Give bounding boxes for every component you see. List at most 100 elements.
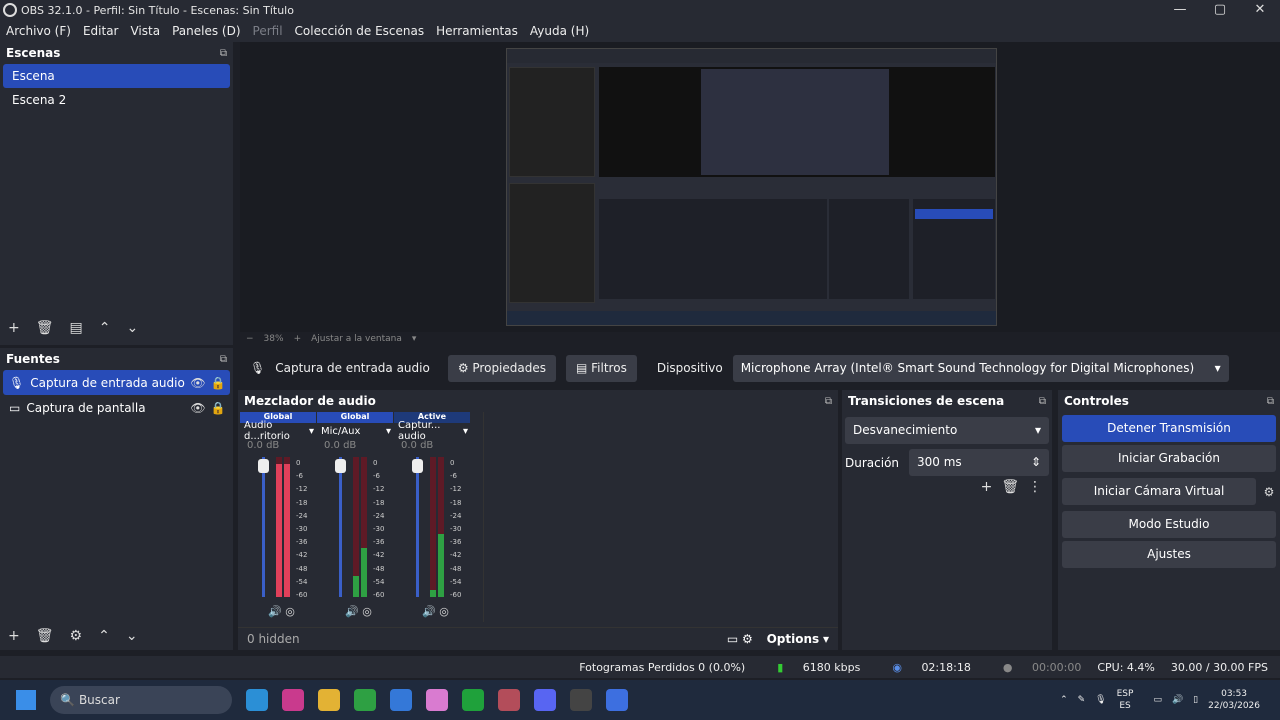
monitor-headphones-icon[interactable]: ◎: [436, 605, 449, 618]
chevron-down-icon[interactable]: ▾: [823, 632, 829, 646]
volume-slider-handle[interactable]: [335, 459, 346, 473]
lock-icon[interactable]: 🔒: [210, 376, 226, 390]
filters-button[interactable]: ▤ Filtros: [566, 355, 637, 382]
down-icon[interactable]: ⌄: [126, 320, 138, 336]
eye-icon[interactable]: 👁: [190, 401, 206, 415]
folder-icon[interactable]: [318, 689, 340, 711]
scene-item[interactable]: Escena: [3, 64, 230, 88]
language-indicator[interactable]: ESP ES: [1117, 688, 1144, 712]
copilot-icon[interactable]: [426, 689, 448, 711]
more-icon[interactable]: ⋮: [1028, 479, 1042, 495]
studio-mode-button[interactable]: Modo Estudio: [1062, 511, 1276, 538]
settings-button[interactable]: Ajustes: [1062, 541, 1276, 568]
maximize-button[interactable]: ▢: [1200, 0, 1240, 20]
channel-name-select[interactable]: Audio d...ritorio ▾: [240, 420, 316, 442]
channel-name-select[interactable]: Captur... audio ▾: [394, 420, 470, 442]
trash-icon[interactable]: 🗑: [36, 628, 54, 644]
options-button[interactable]: Options: [767, 632, 820, 646]
volume-icon[interactable]: 🔊: [1172, 695, 1183, 705]
discord-icon[interactable]: [534, 689, 556, 711]
close-button[interactable]: ✕: [1240, 0, 1280, 20]
clock[interactable]: 03:53 22/03/2026: [1208, 688, 1270, 712]
chevron-up-icon[interactable]: ⌃: [1060, 695, 1068, 705]
volume-slider[interactable]: [339, 457, 342, 597]
battery-icon[interactable]: ▯: [1193, 695, 1198, 705]
obs-icon[interactable]: [570, 689, 592, 711]
gear-icon[interactable]: ⚙: [1258, 485, 1280, 499]
filter-icon[interactable]: ▤: [70, 320, 83, 336]
up-icon[interactable]: ⌃: [98, 628, 110, 644]
start-virtual-camera-button[interactable]: Iniciar Cámara Virtual: [1062, 478, 1256, 505]
stop-streaming-button[interactable]: Detener Transmisión: [1062, 415, 1276, 442]
volume-slider-handle[interactable]: [412, 459, 423, 473]
add-icon[interactable]: +: [8, 320, 20, 336]
scene-item[interactable]: Escena 2: [3, 88, 230, 112]
start-recording-button[interactable]: Iniciar Grabación: [1062, 445, 1276, 472]
taskbar-search[interactable]: 🔍 Buscar: [50, 686, 232, 714]
gear-icon[interactable]: ⚙: [70, 628, 83, 644]
mic-tray-icon[interactable]: 🎙: [1095, 695, 1106, 705]
menu-editar[interactable]: Editar: [83, 24, 119, 38]
speaker-icon[interactable]: 🔊: [268, 605, 282, 618]
source-label: Captura de pantalla: [26, 400, 146, 415]
source-item[interactable]: ▭ Captura de pantalla 👁 🔒: [3, 395, 230, 420]
transition-select[interactable]: Desvanecimiento ▾: [845, 417, 1049, 444]
float-icon[interactable]: ⧉: [825, 396, 832, 407]
down-icon[interactable]: ⌄: [126, 628, 138, 644]
channel-name-select[interactable]: Mic/Aux ▾: [317, 423, 393, 439]
speaker-icon[interactable]: 🔊: [422, 605, 436, 618]
menu-perfil[interactable]: Perfil: [253, 24, 283, 38]
monitor-headphones-icon[interactable]: ◎: [359, 605, 372, 618]
properties-button[interactable]: ⚙ Propiedades: [447, 355, 556, 382]
volume-slider-handle[interactable]: [258, 459, 269, 473]
menu-coleccion[interactable]: Colección de Escenas: [295, 24, 425, 38]
layout-icon[interactable]: ▭: [727, 632, 742, 646]
scale-label: -18: [373, 498, 385, 507]
store-icon[interactable]: [390, 689, 412, 711]
add-icon[interactable]: +: [981, 479, 993, 495]
lock-icon[interactable]: 🔒: [210, 401, 226, 415]
zoom-out-button[interactable]: −: [246, 334, 254, 344]
network-icon[interactable]: ▭: [1153, 695, 1162, 705]
rec-time-value: 00:00:00: [1031, 660, 1082, 674]
source-item[interactable]: 🎙 Captura de entrada audio 👁 🔒: [3, 370, 230, 395]
duration-value: 300 ms: [917, 455, 962, 469]
volume-slider[interactable]: [416, 457, 419, 597]
game-icon[interactable]: [354, 689, 376, 711]
device-select[interactable]: Microphone Array (Intel® Smart Sound Tec…: [732, 355, 1229, 382]
menu-vista[interactable]: Vista: [130, 24, 160, 38]
trash-icon[interactable]: 🗑: [1001, 479, 1019, 495]
hidden-count: 0 hidden: [247, 632, 300, 646]
menu-archivo[interactable]: Archivo (F): [6, 24, 71, 38]
monitor-headphones-icon[interactable]: ◎: [282, 605, 295, 618]
float-icon[interactable]: ⧉: [220, 354, 227, 365]
float-icon[interactable]: ⧉: [1267, 396, 1274, 407]
chevron-down-icon[interactable]: ▾: [412, 334, 417, 344]
menu-herramientas[interactable]: Herramientas: [436, 24, 518, 38]
menu-ayuda[interactable]: Ayuda (H): [530, 24, 589, 38]
app2-icon[interactable]: [606, 689, 628, 711]
speaker-icon[interactable]: 🔊: [345, 605, 359, 618]
spin-icon[interactable]: ⇕: [1031, 449, 1041, 476]
add-icon[interactable]: +: [8, 628, 20, 644]
menu-paneles[interactable]: Paneles (D): [172, 24, 240, 38]
fit-window-select[interactable]: Ajustar a la ventana: [311, 334, 402, 344]
pen-icon[interactable]: ✎: [1078, 695, 1086, 705]
minimize-button[interactable]: —: [1160, 0, 1200, 20]
volume-meter: 0 -6 -12 -18 -24 -30 -36 -42 -48 -54 -60: [240, 457, 316, 599]
float-icon[interactable]: ⧉: [1039, 396, 1046, 407]
zoom-in-button[interactable]: +: [294, 334, 302, 344]
app-icon[interactable]: [498, 689, 520, 711]
trash-icon[interactable]: 🗑: [36, 320, 54, 336]
gear-icon[interactable]: ⚙: [742, 632, 757, 646]
eye-icon[interactable]: 👁: [190, 376, 206, 390]
instagram-icon[interactable]: [282, 689, 304, 711]
preview-canvas[interactable]: [506, 48, 997, 326]
xbox-icon[interactable]: [462, 689, 484, 711]
windows-start-icon[interactable]: [16, 690, 36, 710]
float-icon[interactable]: ⧉: [220, 48, 227, 59]
duration-field[interactable]: 300 ms ⇕: [909, 449, 1049, 476]
volume-slider[interactable]: [262, 457, 265, 597]
edge-icon[interactable]: [246, 689, 268, 711]
up-icon[interactable]: ⌃: [99, 320, 111, 336]
